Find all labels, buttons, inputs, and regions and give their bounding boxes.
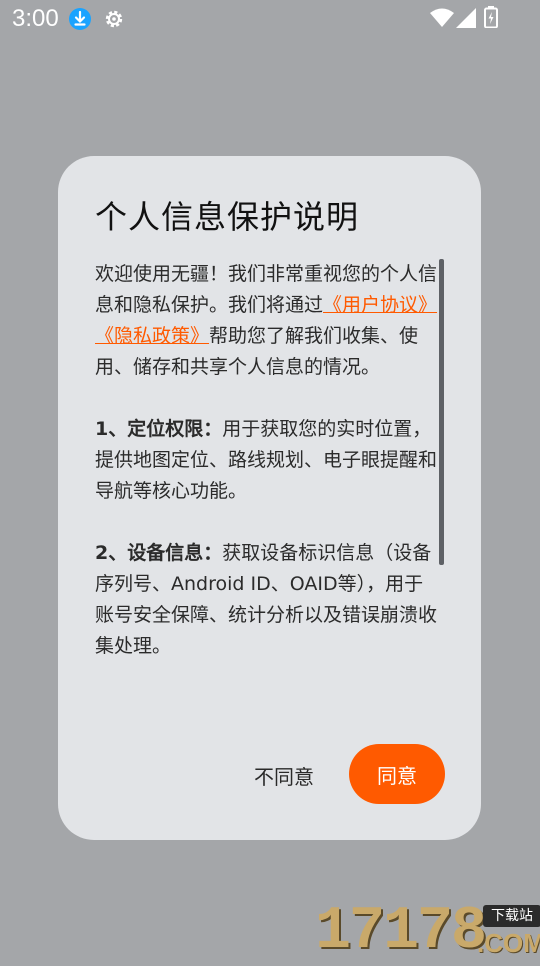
watermark-logo: 17178 下载站 .COM: [315, 898, 540, 966]
watermark-number: 17178: [315, 898, 487, 966]
dialog-title: 个人信息保护说明: [95, 198, 360, 236]
location-permission-paragraph: 1、定位权限：用于获取您的实时位置，提供地图定位、路线规划、电子眼提醒和导航等核…: [95, 414, 440, 507]
privacy-dialog: 个人信息保护说明 欢迎使用无疆！我们非常重视您的个人信息和隐私保护。我们将通过《…: [58, 156, 481, 840]
status-time: 3:00: [12, 5, 59, 32]
watermark-site-label: 下载站: [483, 905, 540, 927]
privacy-policy-link[interactable]: 《隐私政策》: [95, 325, 209, 347]
location-permission-heading: 1、定位权限：: [95, 418, 223, 440]
agree-button[interactable]: 同意: [349, 744, 445, 804]
intro-paragraph: 欢迎使用无疆！我们非常重视您的个人信息和隐私保护。我们将通过《用户协议》《隐私政…: [95, 259, 440, 383]
device-info-heading: 2、设备信息：: [95, 542, 223, 564]
wifi-icon: [430, 8, 454, 27]
status-bar: 3:00: [0, 0, 540, 38]
disagree-button[interactable]: 不同意: [234, 757, 334, 793]
download-icon: [69, 8, 91, 30]
signal-icon: [456, 8, 476, 28]
gear-icon: [105, 10, 123, 28]
watermark-domain: .COM: [477, 928, 540, 958]
battery-icon: [484, 6, 498, 28]
scrollbar[interactable]: [439, 259, 444, 565]
user-agreement-link[interactable]: 《用户协议》: [323, 294, 437, 316]
device-info-paragraph: 2、设备信息：获取设备标识信息（设备序列号、Android ID、OAID等），…: [95, 538, 440, 662]
dialog-body[interactable]: 欢迎使用无疆！我们非常重视您的个人信息和隐私保护。我们将通过《用户协议》《隐私政…: [95, 259, 440, 689]
